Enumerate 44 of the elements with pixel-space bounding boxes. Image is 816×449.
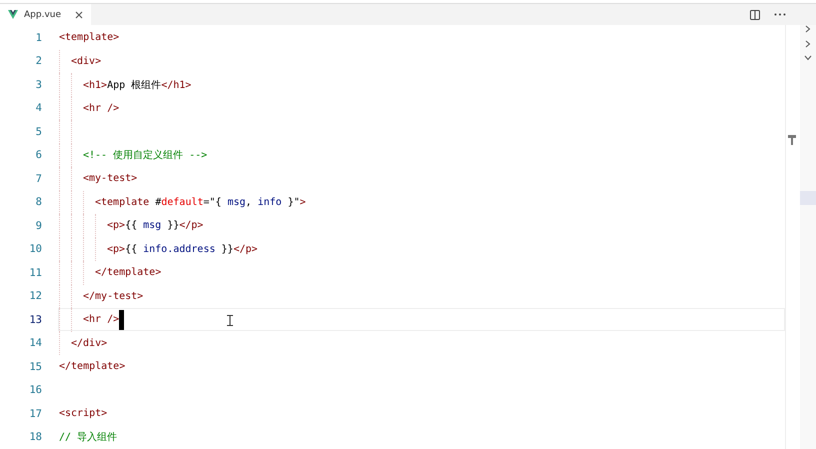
code-text: <hr /> [83, 314, 120, 326]
code-text: <template #default="{ msg, info }"> [95, 196, 306, 208]
code-text: <template> [59, 32, 120, 44]
line-number: 2 [34, 55, 43, 68]
code-text: <script> [59, 408, 108, 420]
code-text: </div> [71, 338, 108, 349]
line-number: 11 [28, 266, 43, 279]
line-number: 1 [34, 32, 43, 44]
code-text: <h1>App 根组件</h1> [83, 78, 192, 92]
line-number: 7 [34, 172, 43, 185]
line-number: 5 [34, 126, 43, 138]
code-text: <p>{{ msg }}</p> [107, 220, 204, 232]
tab-label: App.vue [24, 10, 62, 20]
code-text: <!-- 使用自定义组件 --> [83, 148, 208, 162]
code-text: <p>{{ info.address }}</p> [107, 244, 258, 255]
text-cursor [119, 310, 124, 330]
line-number: 3 [34, 78, 43, 91]
mouse-cursor-icon [227, 315, 233, 326]
line-number: 4 [34, 102, 43, 114]
code-text: <my-test> [83, 173, 138, 184]
code-text: // 导入组件 [59, 430, 118, 444]
code-text: <hr /> [83, 102, 120, 114]
chevron-down-icon[interactable] [804, 55, 812, 61]
code-text: </template> [95, 267, 162, 278]
vue-logo-icon [8, 10, 18, 19]
file-tab[interactable]: App.vue [0, 4, 92, 25]
line-number: 16 [28, 384, 43, 396]
line-number: 12 [28, 290, 43, 302]
line-number: 17 [28, 408, 43, 420]
line-number: 8 [34, 196, 43, 208]
line-number: 15 [28, 360, 43, 373]
code-text: </template> [59, 361, 126, 372]
line-number: 18 [28, 431, 43, 444]
close-icon[interactable] [75, 10, 84, 18]
line-number: 10 [28, 243, 43, 256]
line-number: 9 [34, 220, 43, 232]
scroll-marker-icon [788, 135, 796, 145]
code-text: <div> [71, 56, 102, 67]
code-text: </my-test> [83, 290, 144, 302]
more-icon[interactable] [774, 13, 786, 16]
line-number: 13 [28, 314, 43, 326]
line-number: 6 [34, 149, 43, 162]
split-editor-icon[interactable] [750, 10, 760, 20]
line-number: 14 [28, 337, 43, 350]
